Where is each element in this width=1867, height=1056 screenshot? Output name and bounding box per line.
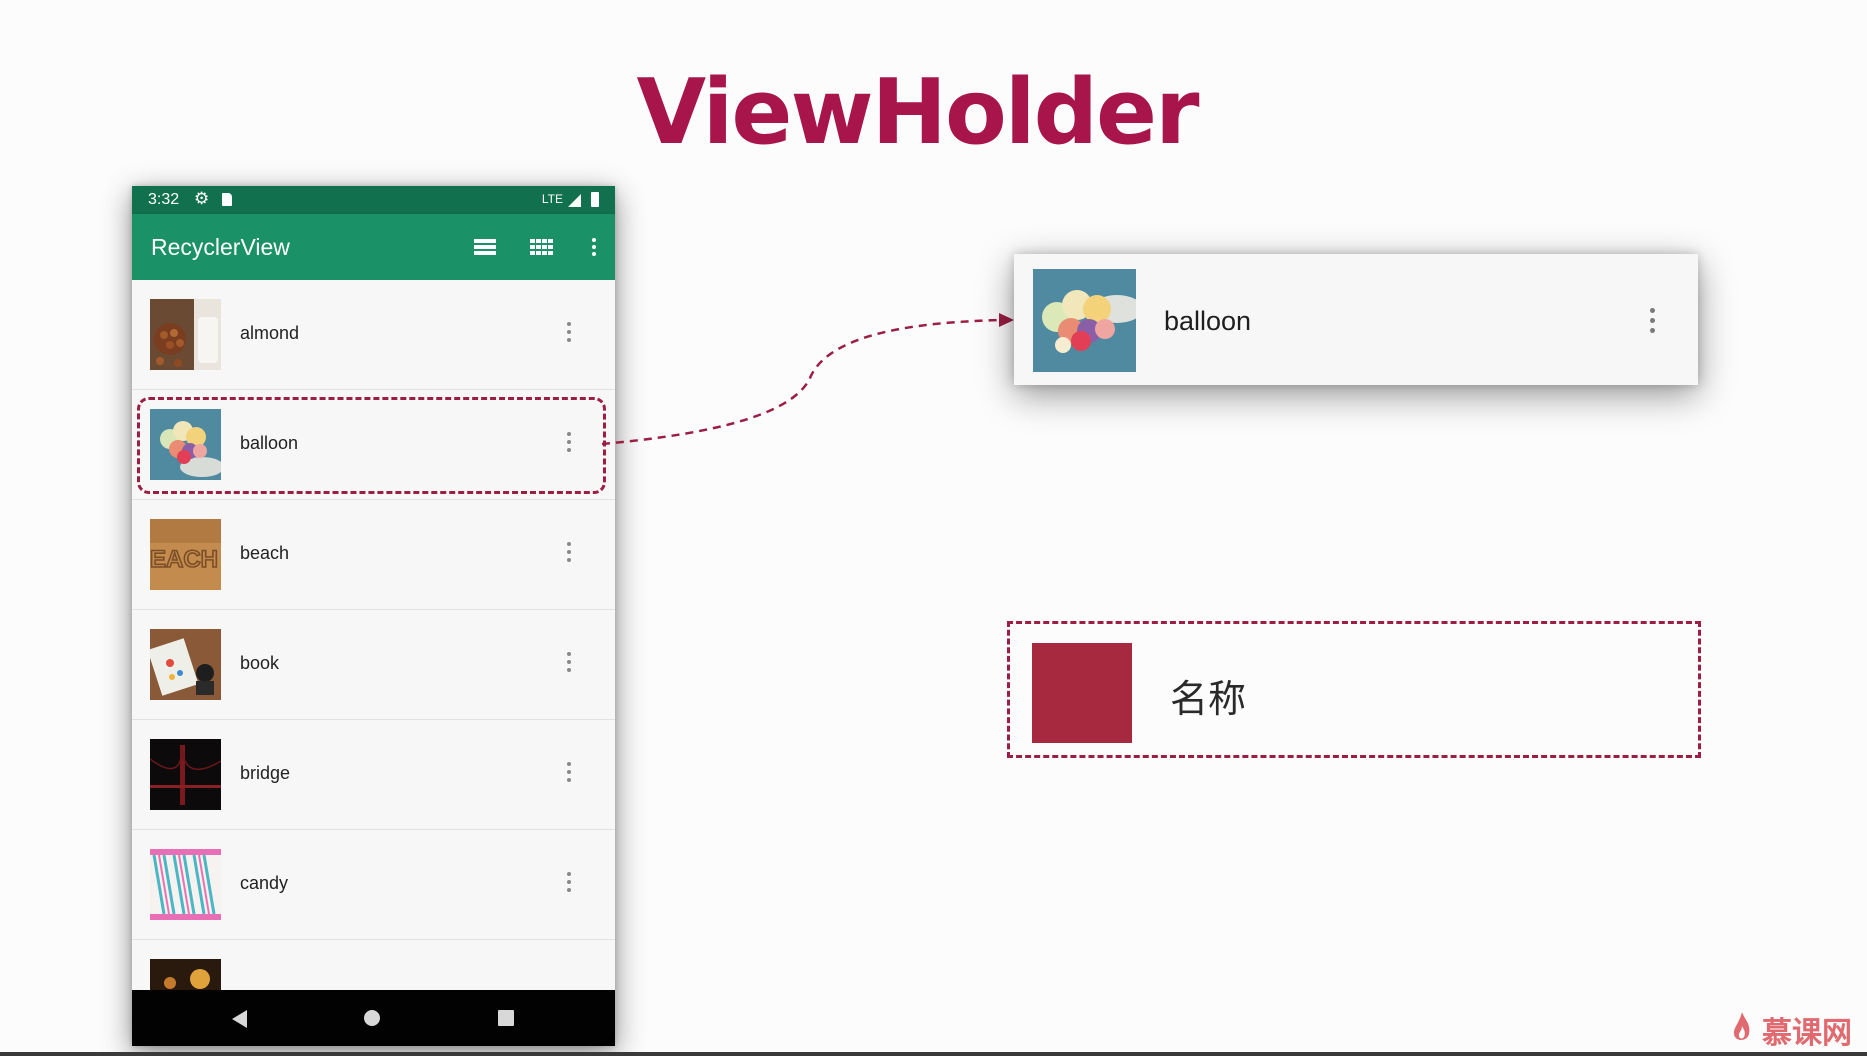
bottom-border bbox=[0, 1052, 1867, 1056]
viewholder-item-card: balloon bbox=[1014, 254, 1698, 385]
detail-more-icon[interactable] bbox=[1644, 306, 1660, 336]
watermark-text: 慕课网 bbox=[1762, 1016, 1852, 1051]
connector-arrow bbox=[601, 313, 1014, 446]
detail-item-label: balloon bbox=[1164, 306, 1252, 336]
name-placeholder-label: 名称 bbox=[1170, 677, 1247, 721]
viewholder-wireframe: 名称 bbox=[1007, 621, 1701, 758]
balloon-detail-thumbnail bbox=[1033, 269, 1136, 372]
watermark-flame-icon bbox=[1733, 1012, 1750, 1040]
image-placeholder bbox=[1032, 643, 1132, 743]
